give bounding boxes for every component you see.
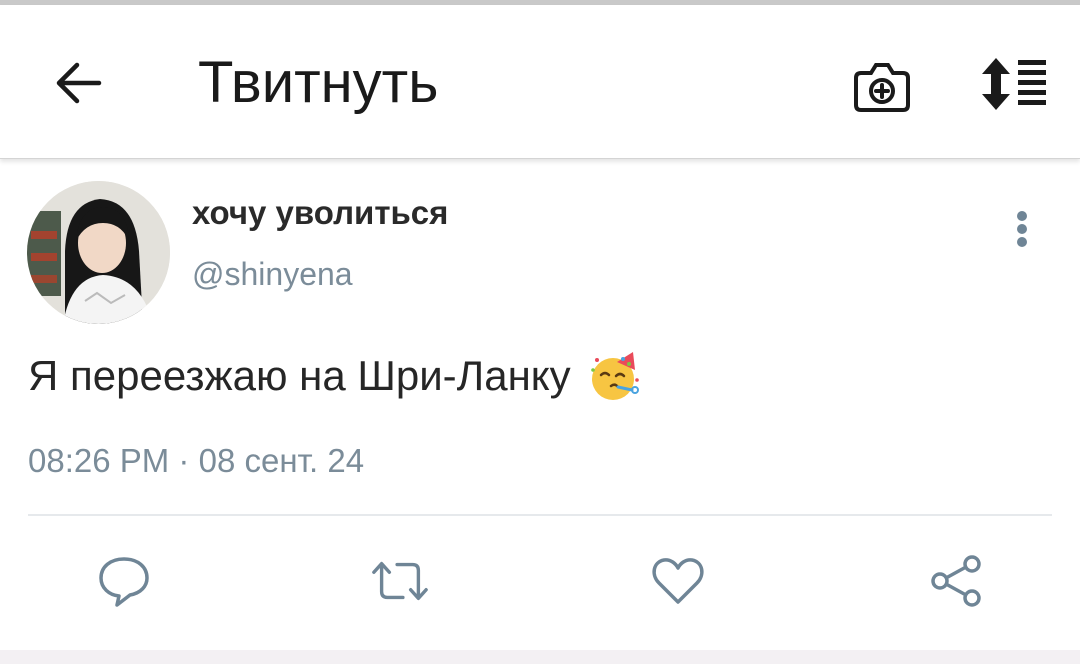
tweet-time: 08:26 PM <box>28 442 170 479</box>
sort-list-icon <box>982 58 1046 110</box>
share-icon <box>931 555 981 607</box>
share-button[interactable] <box>926 552 986 610</box>
reply-icon <box>99 557 149 607</box>
timestamp-separator: · <box>178 442 190 479</box>
retweet-button[interactable] <box>370 552 430 610</box>
more-options-button[interactable] <box>1004 208 1040 250</box>
display-name[interactable]: хочу уволиться <box>192 193 448 233</box>
heart-icon <box>652 558 704 604</box>
like-button[interactable] <box>648 552 708 610</box>
back-button[interactable] <box>50 59 106 107</box>
camera-button[interactable] <box>850 55 914 117</box>
avatar-image <box>27 181 170 324</box>
camera-plus-icon <box>854 63 910 112</box>
tweet-text: Я переезжаю на Шри-Ланку <box>28 350 641 402</box>
avatar[interactable] <box>27 181 170 324</box>
reply-button[interactable] <box>94 552 154 610</box>
tweet-body: Я переезжаю на Шри-Ланку <box>28 352 571 399</box>
sort-button[interactable] <box>978 53 1052 115</box>
divider <box>28 514 1052 516</box>
tweet-timestamp: 08:26 PM · 08 сент. 24 <box>28 441 364 481</box>
more-vertical-icon <box>1017 211 1027 247</box>
retweet-icon <box>372 561 428 601</box>
arrow-left-icon <box>56 62 102 104</box>
user-handle[interactable]: @shinyena <box>192 254 353 294</box>
app-bar: Твитнуть <box>0 5 1080 159</box>
partying-face-icon <box>590 352 639 400</box>
page-title: Твитнуть <box>198 50 439 115</box>
bottom-edge <box>0 650 1080 664</box>
tweet-date: 08 сент. 24 <box>198 442 365 479</box>
